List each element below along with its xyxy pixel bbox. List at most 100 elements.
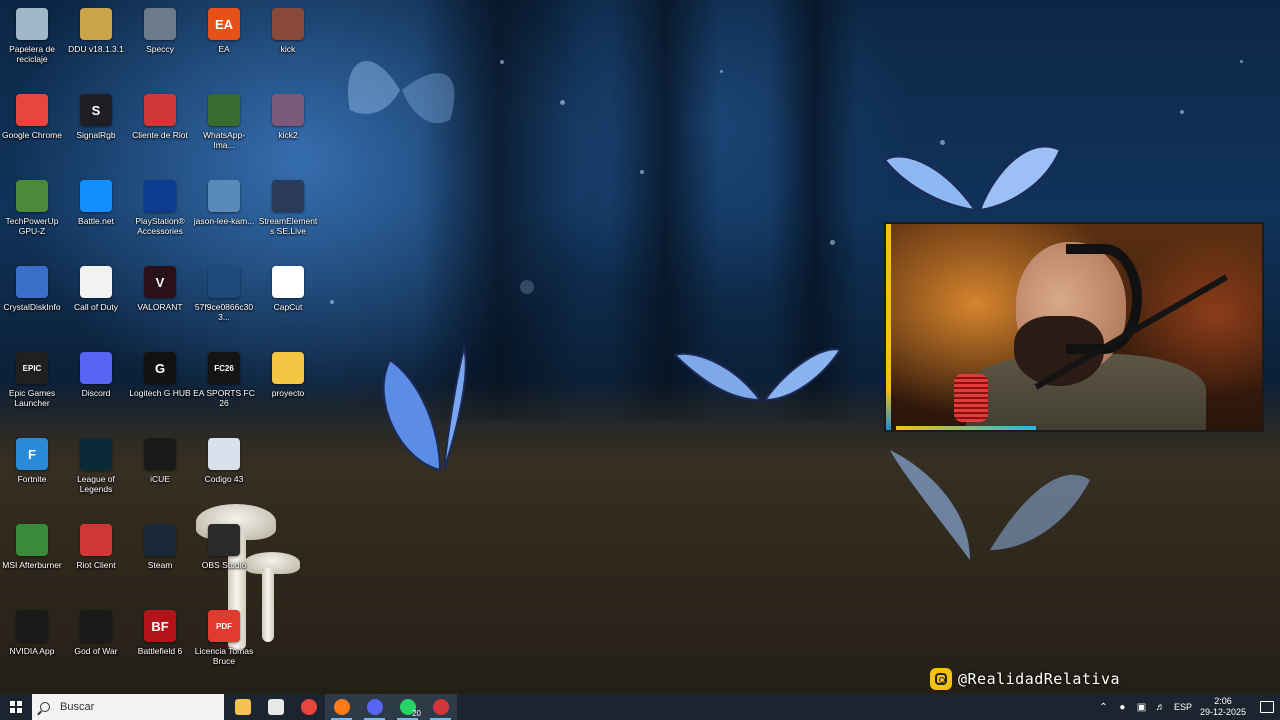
desktop-icon[interactable]: Cliente de Riot — [128, 90, 192, 170]
language-indicator[interactable]: ESP — [1174, 702, 1192, 712]
desktop-icon[interactable]: EA EA — [192, 4, 256, 84]
desktop-icon-label: NVIDIA App — [9, 646, 55, 656]
speccy-icon — [144, 8, 176, 40]
desktop-icon[interactable]: S SignalRgb — [64, 90, 128, 170]
battlenet-icon — [80, 180, 112, 212]
desktop-icon[interactable]: OBS Studio — [192, 520, 256, 600]
desktop-icon[interactable]: DDU v18.1.3.1 — [64, 4, 128, 84]
network-icon[interactable]: ▣ — [1136, 702, 1147, 713]
desktop-icon-label: Fortnite — [17, 474, 47, 484]
signalrgb-icon: S — [80, 94, 112, 126]
desktop-icon[interactable]: Discord — [64, 348, 128, 428]
pdf-icon: PDF — [208, 610, 240, 642]
taskbar-search-box[interactable]: Buscar — [32, 694, 224, 720]
wallpaper-bokeh — [500, 60, 504, 64]
wallpaper-bokeh — [560, 100, 565, 105]
desktop-icon-label: SignalRgb — [76, 130, 116, 140]
taskbar-app-discord[interactable] — [358, 694, 391, 720]
desktop-icon[interactable]: kick — [256, 4, 320, 84]
desktop-icon-label: WhatsApp-Ima... — [202, 130, 246, 150]
social-handle: @RealidadRelativa — [930, 666, 1120, 692]
desktop-icon[interactable]: BF Battlefield 6 — [128, 606, 192, 686]
wallpaper-bokeh — [330, 300, 334, 304]
volume-icon[interactable]: ♬ — [1155, 702, 1166, 713]
godofwar-icon — [80, 610, 112, 642]
taskbar-app-file-explorer[interactable] — [226, 694, 259, 720]
wallpaper-bokeh — [520, 280, 534, 294]
desktop-icon[interactable]: NVIDIA App — [0, 606, 64, 686]
desktop-icon[interactable]: Riot Client — [64, 520, 128, 600]
msi-afterburner-icon — [16, 524, 48, 556]
desktop-icon-label: Steam — [147, 560, 173, 570]
desktop-icon[interactable]: God of War — [64, 606, 128, 686]
battlefield-icon: BF — [144, 610, 176, 642]
desktop-icon[interactable]: jason-lee-kam... — [192, 176, 256, 256]
desktop-icon-label: Battlefield 6 — [137, 646, 183, 656]
clock-time: 2:06 — [1214, 696, 1232, 706]
desktop-icon[interactable]: F Fortnite — [0, 434, 64, 514]
desktop-icon[interactable]: League of Legends — [64, 434, 128, 514]
desktop-icon[interactable]: StreamElements SE.Live — [256, 176, 320, 256]
discord-icon — [80, 352, 112, 384]
firefox-icon — [333, 699, 350, 715]
desktop-icon[interactable]: PlayStation® Accessories — [128, 176, 192, 256]
desktop-icon[interactable]: 57f9ce0866c303... — [192, 262, 256, 342]
desktop-icon[interactable]: FC26 EA SPORTS FC 26 — [192, 348, 256, 428]
desktop-icon[interactable]: V VALORANT — [128, 262, 192, 342]
taskbar-app-google-chrome[interactable] — [292, 694, 325, 720]
desktop-icon[interactable]: Battle.net — [64, 176, 128, 256]
taskbar-app-firefox[interactable] — [325, 694, 358, 720]
desktop-icon[interactable]: MSI Afterburner — [0, 520, 64, 600]
desktop-icon-label: Discord — [81, 388, 111, 398]
desktop-icon[interactable]: WhatsApp-Ima... — [192, 90, 256, 170]
taskbar-app-whatsapp[interactable]: 20 — [391, 694, 424, 720]
desktop-icon[interactable]: iCUE — [128, 434, 192, 514]
desktop-icon[interactable]: CrystalDiskInfo — [0, 262, 64, 342]
desktop-icon[interactable]: CapCut — [256, 262, 320, 342]
wallpaper-butterfly — [673, 348, 842, 402]
desktop-icon[interactable]: EPIC Epic Games Launcher — [0, 348, 64, 428]
kick2-photo-icon — [272, 94, 304, 126]
search-placeholder: Buscar — [60, 701, 95, 713]
desktop-icon-label: kick — [280, 44, 296, 54]
valorant-icon: V — [144, 266, 176, 298]
wallpaper-mushroom-stem — [262, 568, 274, 642]
wallpaper-butterfly — [348, 61, 455, 124]
start-button[interactable] — [0, 694, 32, 720]
ea-icon: EA — [208, 8, 240, 40]
desktop-icon-label: League of Legends — [77, 474, 115, 494]
desktop-icon-label: OBS Studio — [201, 560, 247, 570]
chevron-up-icon[interactable]: ⌃ — [1098, 702, 1109, 713]
webcam-frame-accent — [896, 426, 1036, 430]
desktop-icon[interactable]: G Logitech G HUB — [128, 348, 192, 428]
notification-center-icon[interactable] — [1260, 701, 1274, 713]
taskbar-app-riot-client[interactable] — [424, 694, 457, 720]
desktop-icon[interactable]: Google Chrome — [0, 90, 64, 170]
social-handle-text: @RealidadRelativa — [958, 670, 1121, 688]
desktop-icon[interactable]: kick2 — [256, 90, 320, 170]
desktop-icon[interactable]: TechPowerUp GPU-Z — [0, 176, 64, 256]
wallpaper-butterfly — [382, 344, 467, 472]
clock-date: 29-12-2025 — [1199, 707, 1246, 717]
taskbar-app-microsoft-store[interactable] — [259, 694, 292, 720]
desktop-icon[interactable]: PDF Licencia Tomas Bruce — [192, 606, 256, 686]
clock[interactable]: 2:06 29-12-2025 — [1200, 696, 1246, 718]
obs-icon — [208, 524, 240, 556]
crystaldiskinfo-icon — [16, 266, 48, 298]
desktop-icon[interactable]: Papelera de reciclaje — [0, 4, 64, 84]
desktop-icon-label: Riot Client — [76, 560, 116, 570]
microphone-icon[interactable]: ● — [1117, 702, 1128, 713]
windows-logo-icon — [10, 701, 22, 713]
desktop-icon[interactable]: Steam — [128, 520, 192, 600]
desktop-icon[interactable]: Call of Duty — [64, 262, 128, 342]
desktop-icon[interactable]: proyecto — [256, 348, 320, 428]
desktop-icon[interactable]: Speccy — [128, 4, 192, 84]
webcam-frame-accent — [886, 224, 891, 430]
icue-icon — [144, 438, 176, 470]
wallpaper-bokeh — [640, 170, 644, 174]
image-file-icon — [208, 438, 240, 470]
wallpaper-bokeh — [830, 240, 835, 245]
desktop-icon[interactable]: Codigo 43 — [192, 434, 256, 514]
desktop-icon-label: Battle.net — [78, 216, 114, 226]
fc26-icon: FC26 — [208, 352, 240, 384]
